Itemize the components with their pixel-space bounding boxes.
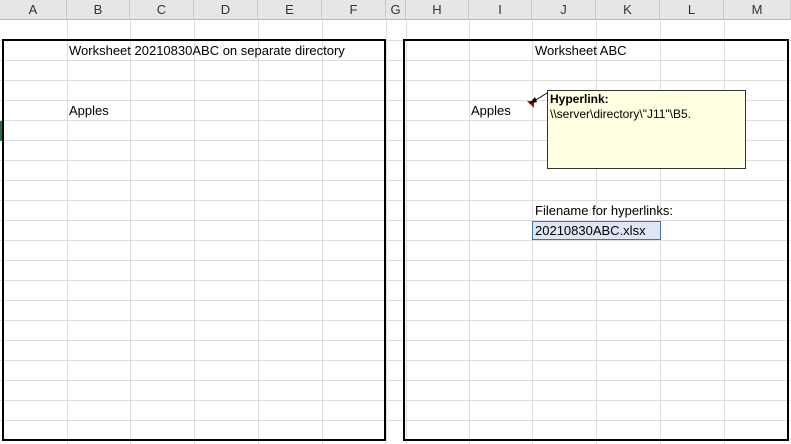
comment-body: \\server\directory\"J11"\B5. — [550, 107, 692, 121]
column-header-b[interactable]: B — [67, 0, 130, 20]
right-panel-item[interactable]: Apples — [471, 101, 511, 121]
spreadsheet-grid[interactable]: A B C D E F G H I J K L M Worksheet 2021… — [0, 0, 791, 444]
column-header-j[interactable]: J — [532, 0, 596, 20]
column-header-l[interactable]: L — [660, 0, 724, 20]
right-panel-title[interactable]: Worksheet ABC — [535, 41, 627, 61]
column-header-m[interactable]: M — [724, 0, 791, 20]
filename-label[interactable]: Filename for hyperlinks: — [535, 201, 673, 221]
column-header-f[interactable]: F — [322, 0, 386, 20]
column-header-k[interactable]: K — [596, 0, 660, 20]
filename-cell[interactable]: 20210830ABC.xlsx — [532, 221, 661, 240]
cell-comment[interactable]: Hyperlink: \\server\directory\"J11"\B5. — [547, 90, 746, 169]
left-panel-item[interactable]: Apples — [69, 101, 109, 121]
column-header-e[interactable]: E — [258, 0, 322, 20]
column-header-d[interactable]: D — [194, 0, 258, 20]
column-header-a[interactable]: A — [0, 0, 67, 20]
left-panel-title[interactable]: Worksheet 20210830ABC on separate direct… — [69, 41, 345, 61]
column-header-g[interactable]: G — [386, 0, 406, 20]
comment-title: Hyperlink: — [550, 92, 609, 106]
left-panel-frame — [2, 39, 386, 441]
column-header-i[interactable]: I — [469, 0, 532, 20]
column-header-c[interactable]: C — [130, 0, 194, 20]
column-header-h[interactable]: H — [406, 0, 469, 20]
